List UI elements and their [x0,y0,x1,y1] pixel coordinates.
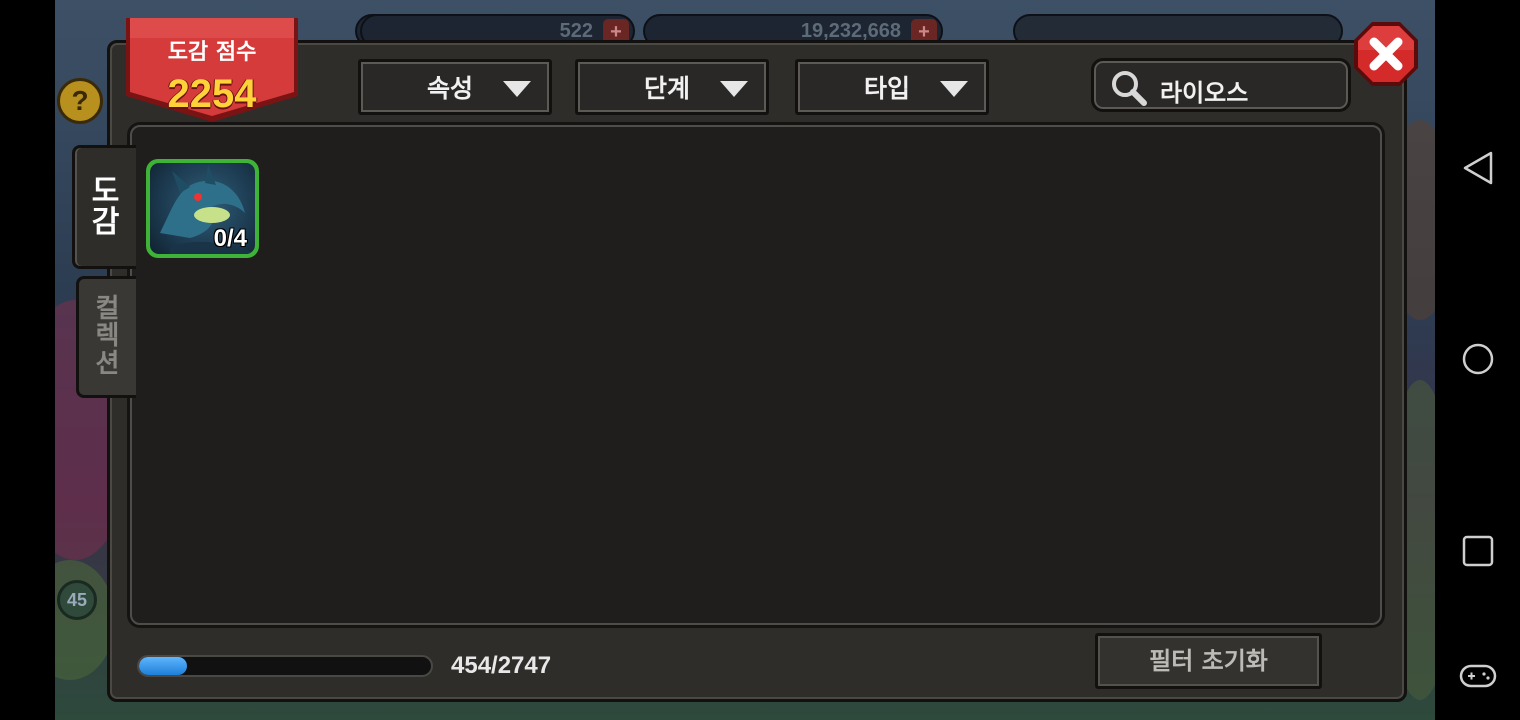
home-icon [1462,343,1494,375]
filter-type-dropdown[interactable]: 타입 [795,59,989,115]
dropdown-arrow-icon [720,81,748,97]
tab-dogam-char: 감 [91,205,120,240]
recents-button[interactable] [1456,529,1500,573]
filter-attribute-dropdown[interactable]: 속성 [358,59,552,115]
search-icon [1112,71,1147,106]
card-grid-area[interactable] [130,125,1382,625]
dropdown-arrow-icon [503,81,531,97]
creature-portrait: 0/4 [150,163,255,254]
gamepad-icon [1459,664,1497,688]
tab-dogam[interactable]: 도 감 [72,145,136,269]
recents-icon [1462,535,1494,567]
level-badge: 45 [57,580,97,620]
game-tools-button[interactable] [1456,654,1500,698]
filter-stage-dropdown[interactable]: 단계 [575,59,769,115]
dropdown-arrow-icon [940,81,968,97]
search-value: 라이오스 [1160,79,1249,107]
system-nav-bar [1436,0,1520,720]
tab-collection-char: 컬 [95,294,120,325]
score-label: 도감 점수 [167,40,257,65]
progress-fill [139,657,188,675]
reset-filter-button[interactable]: 필터 초기화 [1095,633,1322,689]
search-input[interactable]: 라이오스 [1091,58,1351,112]
tab-dogam-char: 도 [91,173,120,209]
back-icon [1463,151,1493,185]
tab-collection-char: 션 [95,348,120,379]
help-icon[interactable]: ? [57,78,103,124]
creature-card[interactable]: 0/4 [146,159,259,258]
score-value: 2254 [167,72,257,116]
collection-progress-bar [137,655,433,677]
close-button[interactable] [1352,20,1420,88]
score-badge: 도감 점수 2254 [124,18,300,122]
tab-collection[interactable]: 컬 렉 션 [76,276,136,398]
home-button[interactable] [1456,337,1500,381]
card-count: 0/4 [213,225,247,252]
back-button[interactable] [1456,146,1500,190]
progress-text: 454/2747 [451,652,552,679]
tab-collection-char: 렉 [95,321,120,352]
